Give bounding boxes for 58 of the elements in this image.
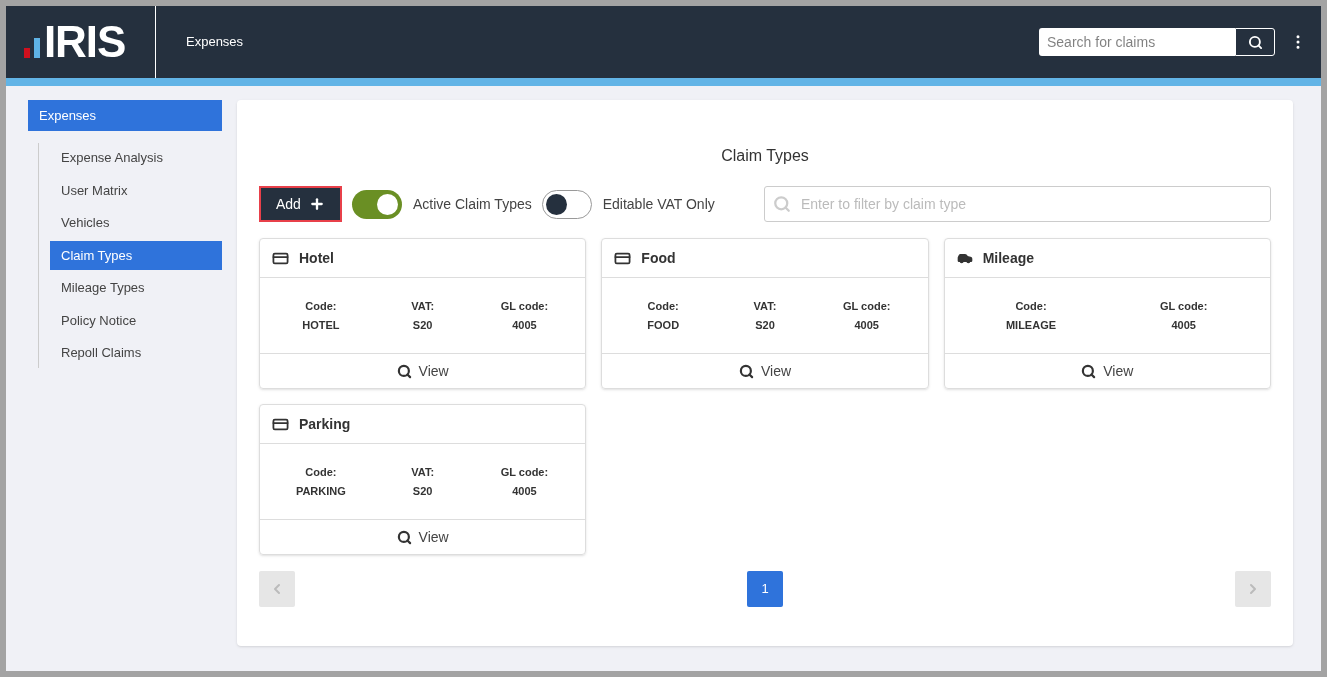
field-value: HOTEL — [302, 318, 340, 333]
view-button[interactable]: View — [944, 354, 1270, 388]
search-icon — [773, 195, 791, 213]
sidebar-item[interactable]: Repoll Claims — [50, 338, 222, 368]
field-label: VAT: — [753, 298, 777, 314]
search-icon — [396, 363, 412, 379]
bars-logo-icon — [24, 38, 40, 58]
field-value: 4005 — [512, 318, 537, 333]
view-button[interactable]: View — [260, 354, 586, 388]
toggle-label: Editable VAT Only — [602, 194, 715, 214]
field-label: Code: — [647, 298, 679, 314]
sidebar-item[interactable]: Vehicles — [50, 208, 222, 238]
sidebar-item[interactable]: Mileage Types — [50, 273, 222, 303]
sidebar-item[interactable]: User Matrix — [50, 175, 222, 205]
search-icon — [1081, 363, 1097, 379]
card-title: Hotel — [299, 248, 334, 268]
sidebar-item[interactable]: Policy Notice — [50, 305, 222, 335]
add-button[interactable]: Add — [259, 186, 342, 222]
field-label: Code: — [1015, 298, 1047, 314]
page-button[interactable]: 1 — [747, 571, 783, 607]
view-button[interactable]: View — [602, 354, 928, 388]
field-label: VAT: — [411, 298, 435, 314]
field-label: GL code: — [500, 464, 549, 480]
card-title: Parking — [299, 414, 351, 434]
field-label: Code: — [305, 298, 337, 314]
sidebar-item[interactable]: Claim Types — [50, 240, 222, 270]
field-value: PARKING — [295, 484, 346, 499]
sidebar-section-header[interactable]: Expenses — [28, 100, 222, 131]
field-value: 4005 — [512, 484, 537, 499]
logo-text: IRIS — [44, 20, 126, 64]
field-value: MILEAGE — [1005, 318, 1057, 333]
field-value: S20 — [412, 318, 433, 333]
view-button[interactable]: View — [260, 520, 586, 554]
field-value: S20 — [755, 318, 775, 333]
plus-icon — [308, 196, 325, 212]
field-value: FOOD — [647, 318, 680, 333]
card-title: Food — [641, 248, 676, 268]
field-value: S20 — [412, 484, 433, 499]
app-title: Expenses — [186, 33, 244, 52]
search-icon — [1247, 34, 1263, 50]
filter-field[interactable]: Enter to filter by claim type — [764, 186, 1271, 222]
page-title: Claim Types — [720, 146, 810, 166]
search-field[interactable]: Search for claims — [1039, 28, 1235, 56]
search-button[interactable] — [1235, 28, 1275, 56]
search-icon — [396, 529, 412, 545]
field-label: GL code: — [1159, 298, 1208, 314]
field-value: 4005 — [1171, 318, 1196, 333]
search-icon — [738, 363, 754, 379]
toggle-switch[interactable] — [541, 189, 592, 219]
field-label: GL code: — [843, 298, 891, 314]
field-label: VAT: — [411, 464, 435, 480]
field-value: 4005 — [854, 318, 879, 333]
card-title: Mileage — [982, 248, 1034, 268]
field-label: GL code: — [500, 298, 549, 314]
sidebar-item[interactable]: Expense Analysis — [50, 143, 222, 173]
field-label: Code: — [305, 464, 337, 480]
toggle-label: Active Claim Types — [412, 194, 532, 214]
toggle-switch[interactable] — [351, 189, 402, 219]
